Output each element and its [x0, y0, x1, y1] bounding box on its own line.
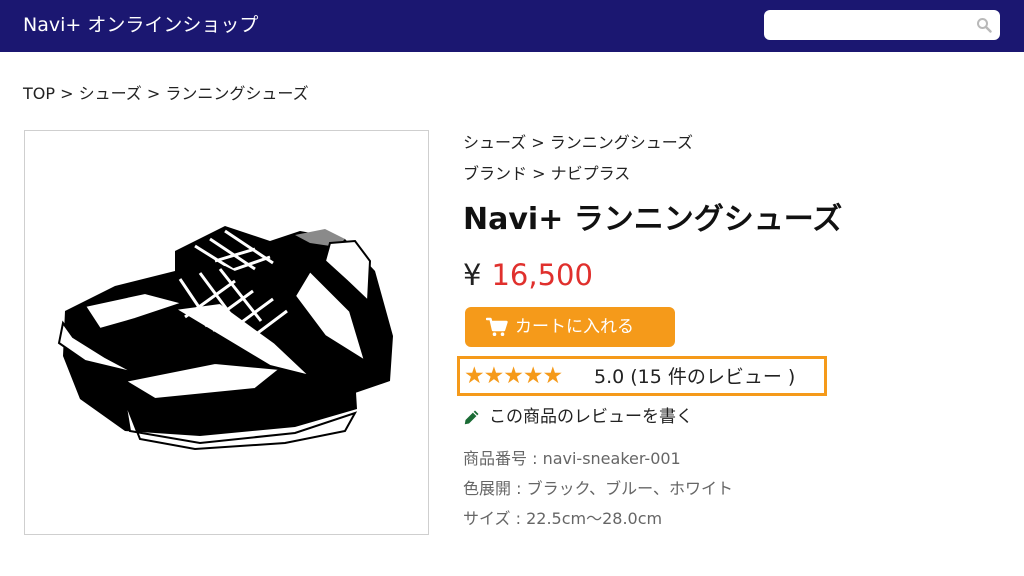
price: ¥16,500 [463, 255, 593, 295]
sneakers-illustration [57, 226, 393, 451]
spec-colors: 色展開 : ブラック、ブルー、ホワイト [463, 479, 733, 498]
cart-icon [486, 317, 508, 336]
product-image [24, 130, 429, 535]
rating-summary[interactable]: ★★★★★ 5.0 (15 件のレビュー ) [457, 356, 827, 396]
rating-stars: ★★★★★ [464, 363, 563, 389]
pencil-icon [464, 410, 479, 425]
site-title[interactable]: Navi+ オンラインショップ [23, 12, 258, 38]
product-title: Navi+ ランニングシューズ [463, 202, 843, 237]
brand-path[interactable]: ブランド > ナビプラス [463, 163, 630, 185]
currency-symbol: ¥ [463, 258, 482, 292]
search-input[interactable] [772, 14, 968, 36]
rating-text[interactable]: 5.0 (15 件のレビュー ) [594, 364, 795, 390]
category-path[interactable]: シューズ > ランニングシューズ [463, 132, 693, 154]
spec-sizes: サイズ : 22.5cm〜28.0cm [463, 509, 663, 528]
search-icon[interactable] [976, 17, 992, 33]
spec-item-number: 商品番号 : navi-sneaker-001 [463, 449, 681, 468]
add-to-cart-button[interactable]: カートに入れる [465, 307, 675, 347]
search-box[interactable] [764, 10, 1000, 40]
header-bar: Navi+ オンラインショップ [0, 0, 1024, 52]
add-to-cart-label: カートに入れる [515, 317, 634, 337]
price-amount: 16,500 [491, 258, 593, 292]
write-review-label[interactable]: この商品のレビューを書く [489, 404, 693, 430]
breadcrumb[interactable]: TOP > シューズ > ランニングシューズ [23, 83, 309, 105]
